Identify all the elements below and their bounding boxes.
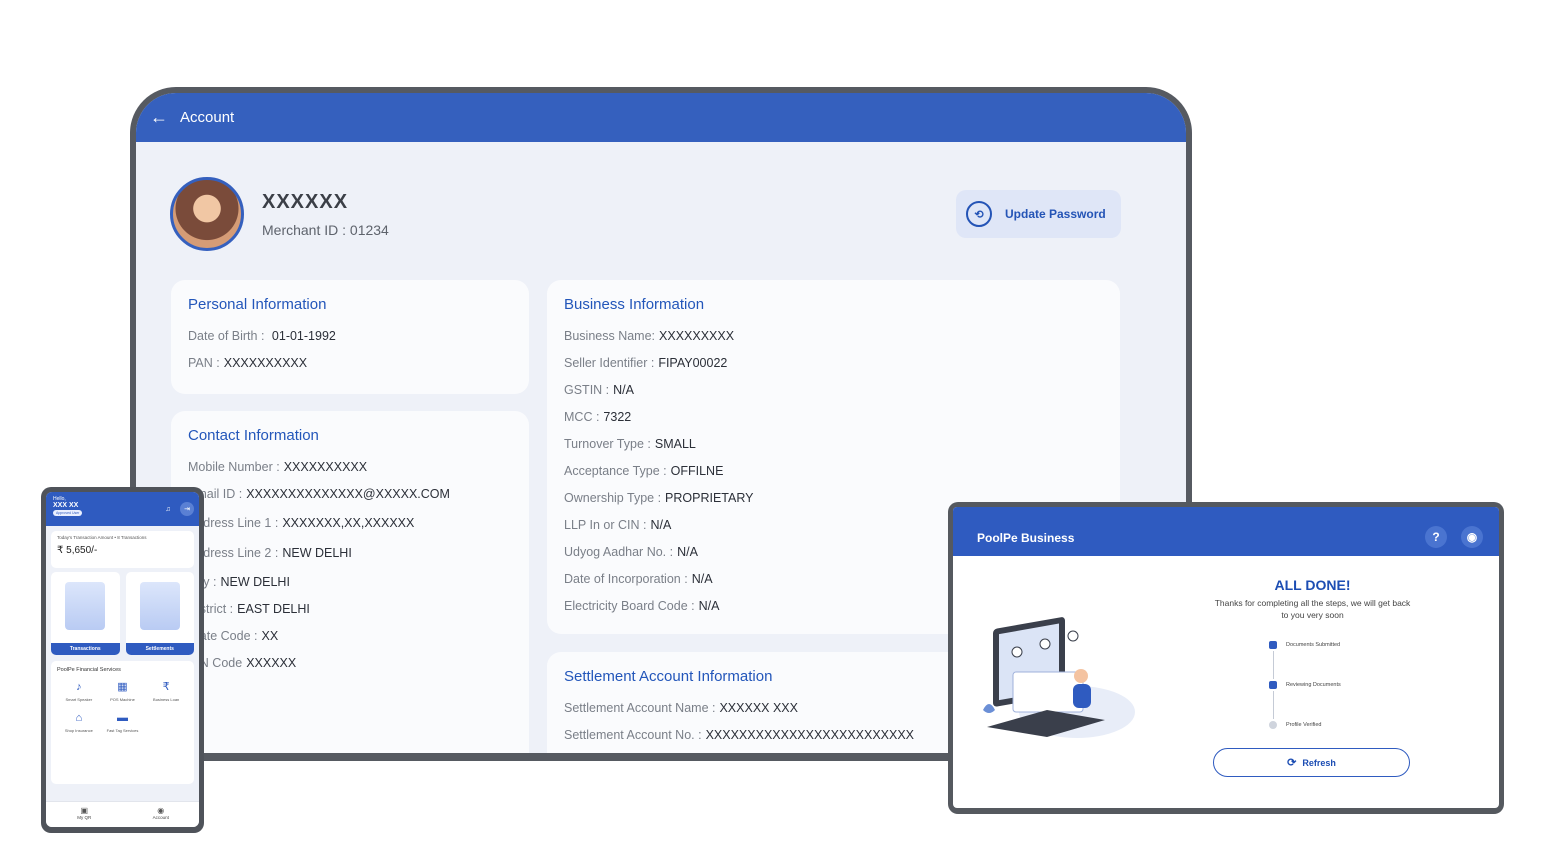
info-row: Email ID : XXXXXXXXXXXXXX@XXXXX.COM — [188, 487, 450, 501]
phone-header: Hello, XXX XX Approved User ♫ ⇥ — [46, 492, 199, 526]
logout-icon[interactable]: ⇥ — [180, 502, 194, 516]
settlements-tile-label: Settlements — [125, 643, 194, 655]
loan-icon: ₹ — [162, 681, 170, 693]
account-header: ← Account — [136, 93, 1186, 142]
info-row: Seller Identifier : FIPAY00022 — [564, 356, 728, 370]
contact-info-card: Contact Information Mobile Number : XXXXX… — [171, 411, 529, 753]
refresh-button[interactable]: ⟳ Refresh — [1213, 748, 1410, 777]
status-bar — [953, 507, 1499, 519]
transactions-tile-label: Transactions — [51, 643, 120, 655]
showcase: ← Account XXXXXX Merchant ID : 01234 ⟲ U… — [0, 0, 1546, 868]
step-connector — [1272, 651, 1274, 679]
qr-icon: ▣ — [80, 806, 89, 815]
tablet-small-device: PoolPe Business ? ◉ ALL DONE! Thanks for… — [948, 502, 1504, 814]
avatar — [170, 177, 244, 251]
lock-reset-icon: ⟲ — [966, 201, 992, 227]
settlements-illustration — [139, 582, 180, 630]
speaker-icon: ♪ — [76, 681, 82, 693]
review-icon — [1269, 681, 1277, 689]
financial-services: PoolPe Financial Services ♪ Smart Speaker… — [51, 661, 194, 784]
transaction-summary: Today's Transaction Amount • 8 Transacti… — [51, 531, 194, 568]
business-info-title: Business Information — [564, 296, 705, 313]
profile-icon[interactable]: ◉ — [1461, 526, 1483, 548]
verified-icon — [1269, 721, 1277, 729]
info-row: GSTIN : N/A — [564, 383, 634, 397]
bell-icon[interactable]: ♫ — [161, 502, 175, 516]
update-password-label: Update Password — [1005, 207, 1106, 221]
laptop-illustration — [983, 617, 1135, 738]
completion-message: ALL DONE! Thanks for completing all the … — [1210, 577, 1415, 621]
nav-my-qr[interactable]: ▣ My QR — [46, 802, 123, 827]
merchant-id: Merchant ID : 01234 — [262, 221, 389, 238]
personal-info-card: Personal Information Date of Birth : 01-… — [171, 280, 529, 394]
info-row: Address Line 2 : NEW DELHI — [188, 546, 352, 560]
info-row: District : EAST DELHI — [188, 602, 310, 616]
service-smart-speaker[interactable]: ♪ Smart Speaker — [57, 679, 101, 702]
refresh-label: Refresh — [1302, 757, 1336, 768]
info-row: City :NEW DELHI — [188, 575, 290, 589]
info-row: Business Name: XXXXXXXXX — [564, 329, 735, 343]
refresh-icon: ⟳ — [1287, 757, 1297, 769]
step-connector — [1272, 691, 1274, 719]
tablet-small-screen: PoolPe Business ? ◉ ALL DONE! Thanks for… — [953, 507, 1499, 808]
bottom-nav: ▣ My QR ◉ Account — [46, 801, 199, 827]
back-arrow-icon[interactable]: ← — [150, 107, 172, 128]
contact-info-title: Contact Information — [188, 427, 319, 444]
settlements-tile[interactable]: Settlements — [125, 572, 194, 655]
step-profile-verified: Profile Verified — [1269, 719, 1341, 731]
info-row: Turnover Type : SMALL — [564, 437, 696, 451]
app-header: PoolPe Business ? ◉ — [953, 519, 1499, 556]
app-title: PoolPe Business — [977, 530, 1075, 545]
info-row: PIN Code XXXXXX — [188, 656, 297, 670]
info-row: Date of Birth : 01-01-1992 — [188, 329, 336, 343]
service-shop-insurance[interactable]: ⌂ Shop Insurance — [57, 710, 101, 733]
profile-name: XXXXXX — [262, 190, 349, 213]
status-badge: Approved User — [53, 510, 83, 516]
services-title: PoolPe Financial Services — [57, 667, 121, 673]
service-business-loan[interactable]: ₹ Business Loan — [144, 679, 188, 702]
personal-info-title: Personal Information — [188, 296, 327, 313]
service-fast-tag[interactable]: ▬ Fast Tag Services — [101, 710, 145, 733]
completion-heading: ALL DONE! — [1274, 577, 1351, 593]
nav-account[interactable]: ◉ Account — [123, 802, 200, 827]
fastag-icon: ▬ — [116, 712, 128, 724]
transactions-illustration — [65, 582, 105, 630]
pos-icon: ▦ — [117, 681, 128, 693]
help-icon[interactable]: ? — [1425, 526, 1447, 548]
page-title: Account — [180, 109, 235, 126]
document-icon — [1269, 641, 1277, 649]
info-row: PAN : XXXXXXXXXX — [188, 356, 308, 370]
info-row: Acceptance Type : OFFILNE — [564, 464, 724, 478]
completion-text: Thanks for completing all the steps, we … — [1214, 598, 1411, 620]
step-reviewing-documents: Reviewing Documents — [1269, 679, 1341, 691]
transaction-label: Today's Transaction Amount • 8 Transacti… — [57, 535, 147, 540]
info-row: State Code : XX — [188, 629, 279, 643]
account-icon: ◉ — [157, 806, 165, 815]
phone-screen: Hello, XXX XX Approved User ♫ ⇥ Today's … — [46, 492, 199, 827]
shop-icon: ⌂ — [75, 712, 83, 724]
info-row: MCC :7322 — [564, 410, 632, 424]
progress-steps: Documents Submitted Reviewing Documents … — [1269, 639, 1341, 731]
profile-summary: XXXXXX Merchant ID : 01234 — [170, 177, 389, 251]
update-password-button[interactable]: ⟲ Update Password — [956, 190, 1121, 238]
info-row: Mobile Number : XXXXXXXXXX — [188, 460, 368, 474]
transactions-tile[interactable]: Transactions — [51, 572, 120, 655]
transaction-amount: ₹ 5,650/- — [57, 545, 98, 556]
step-documents-submitted: Documents Submitted — [1269, 639, 1341, 651]
info-row: Address Line 1 : XXXXXXX,XX,XXXXXX — [188, 516, 415, 530]
phone-device: Hello, XXX XX Approved User ♫ ⇥ Today's … — [41, 487, 204, 833]
service-pos-machine[interactable]: ▦ POS Machine — [101, 679, 145, 702]
